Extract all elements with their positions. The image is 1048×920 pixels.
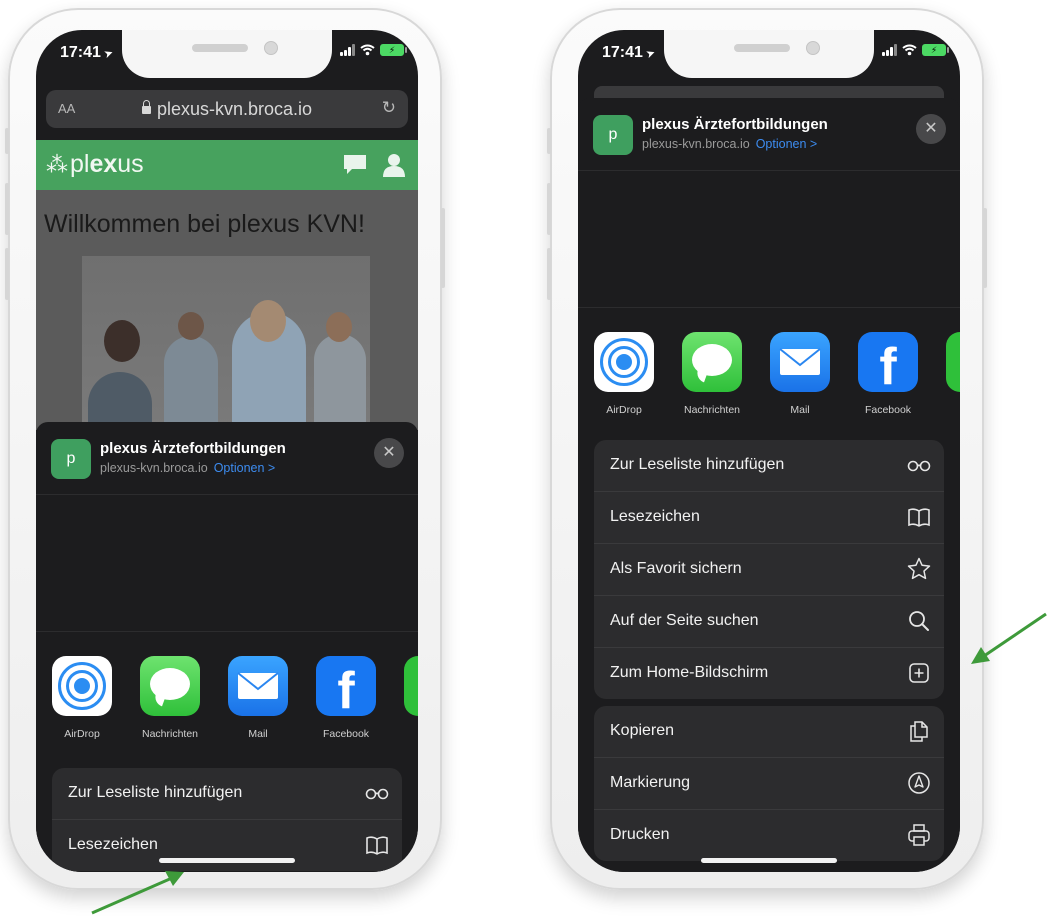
status-time: 17:41➤ (602, 44, 658, 62)
status-icons: ⚡ (340, 44, 407, 56)
wifi-icon (902, 44, 917, 56)
signal-icon (340, 44, 355, 56)
annotation-arrows (91, 612, 1047, 915)
status-icons: ⚡ (882, 44, 949, 56)
home-indicator[interactable] (701, 858, 837, 863)
battery-charging-icon: ⚡ (380, 44, 407, 56)
wifi-icon (360, 44, 375, 56)
signal-icon (882, 44, 897, 56)
home-indicator[interactable] (159, 858, 295, 863)
status-bar: 17:41➤ ⚡ (578, 30, 960, 78)
status-time: 17:41➤ (60, 44, 116, 62)
arrow-home-screen (971, 612, 1047, 664)
location-icon: ➤ (102, 46, 116, 62)
location-icon: ➤ (644, 46, 658, 62)
battery-charging-icon: ⚡ (922, 44, 949, 56)
status-bar: 17:41➤ ⚡ (36, 30, 418, 78)
arrow-scroll-up (91, 871, 184, 915)
